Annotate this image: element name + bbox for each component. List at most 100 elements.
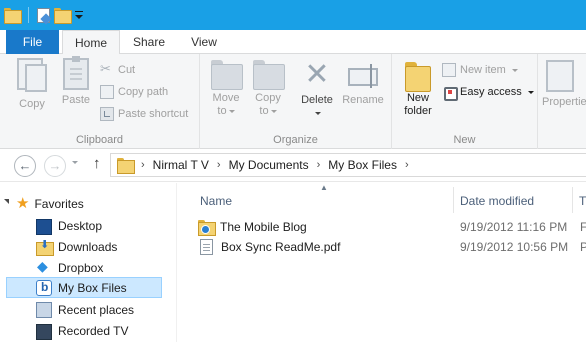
copy-to-label-1: Copy xyxy=(255,92,281,104)
document-icon xyxy=(200,239,213,255)
tab-home[interactable]: Home xyxy=(62,30,120,55)
properties-button[interactable]: Properties xyxy=(542,58,586,109)
recent-places-icon xyxy=(36,301,52,318)
nav-favorites[interactable]: ★ Favorites xyxy=(16,194,84,214)
file-date: 9/19/2012 10:56 PM xyxy=(460,240,569,254)
new-folder-icon xyxy=(403,60,433,92)
file-type: F xyxy=(580,220,586,234)
folder-icon xyxy=(117,158,135,174)
recent-locations-dropdown-icon[interactable] xyxy=(72,161,78,164)
column-header-date-modified[interactable]: Date modified xyxy=(460,189,570,213)
move-to-label-2: to xyxy=(217,105,227,117)
copy-path-button[interactable]: Copy path xyxy=(100,82,168,102)
file-name-cell: The Mobile Blog xyxy=(198,220,438,236)
dropbox-icon xyxy=(36,258,52,276)
breadcrumb-my-documents[interactable]: My Documents xyxy=(229,158,309,172)
up-arrow-icon: ↑ xyxy=(93,155,101,172)
breadcrumb-chevron-icon[interactable]: › xyxy=(217,159,221,171)
nav-item-downloads[interactable]: Downloads xyxy=(36,236,161,257)
easy-access-label: Easy access xyxy=(460,86,522,98)
breadcrumb-chevron-icon[interactable]: › xyxy=(141,159,145,171)
tab-share[interactable]: Share xyxy=(123,30,175,54)
copy-to-button[interactable]: Copy to xyxy=(248,58,288,118)
delete-dropdown-row xyxy=(296,107,338,120)
paste-shortcut-button[interactable]: Paste shortcut xyxy=(100,104,188,124)
rename-button[interactable]: Rename xyxy=(340,58,386,107)
rename-icon xyxy=(348,64,378,88)
paste-icon xyxy=(63,56,89,90)
nav-item-dropbox[interactable]: Dropbox xyxy=(36,257,161,278)
properties-icon[interactable] xyxy=(37,7,50,23)
tab-file[interactable]: File xyxy=(6,30,59,54)
new-item-label: New item xyxy=(460,64,506,76)
ribbon: Copy Paste Cut Copy path Paste shortcut … xyxy=(0,54,586,149)
file-row[interactable]: Box Sync ReadMe.pdf 9/19/2012 10:56 PM P xyxy=(198,237,586,257)
properties-icon xyxy=(546,60,574,92)
customize-toolbar-dropdown-icon[interactable] xyxy=(74,8,84,22)
copy-to-dropdown-icon xyxy=(270,109,277,113)
copy-button[interactable]: Copy xyxy=(12,58,52,111)
open-group: Properties xyxy=(538,54,586,149)
navigation-pane: ★ Favorites Desktop Downloads Dropbox My… xyxy=(0,183,177,342)
rename-label: Rename xyxy=(342,94,384,106)
forward-button[interactable]: → xyxy=(44,155,66,177)
nav-item-label: My Box Files xyxy=(58,280,127,295)
recorded-tv-icon xyxy=(36,323,52,340)
address-bar[interactable]: › Nirmal T V › My Documents › My Box Fil… xyxy=(110,153,586,177)
nav-item-label: Dropbox xyxy=(58,260,104,275)
cut-button[interactable]: Cut xyxy=(100,59,135,80)
nav-item-label: Downloads xyxy=(58,239,118,254)
back-arrow-icon: ← xyxy=(18,158,32,173)
tab-view[interactable]: View xyxy=(178,30,230,54)
favorites-expander-icon[interactable] xyxy=(4,199,9,204)
copy-icon xyxy=(17,58,47,94)
column-divider[interactable] xyxy=(572,187,573,213)
easy-access-button[interactable]: Easy access xyxy=(442,82,534,102)
column-header-name[interactable]: Name xyxy=(200,189,450,213)
sync-status-icon xyxy=(201,225,210,234)
clipboard-group: Copy Paste Cut Copy path Paste shortcut … xyxy=(0,54,200,149)
nav-item-desktop[interactable]: Desktop xyxy=(36,215,161,236)
up-button[interactable]: ↑ xyxy=(93,155,101,172)
organize-group: Move to Copy to ✕ Delete Rename Organize xyxy=(200,54,392,149)
paste-button[interactable]: Paste xyxy=(56,56,96,107)
delete-button[interactable]: ✕ Delete xyxy=(296,58,338,120)
breadcrumb-nirmal[interactable]: Nirmal T V xyxy=(153,158,209,172)
new-group: New folder New item Easy access New xyxy=(392,54,538,149)
downloads-icon xyxy=(36,238,54,256)
paste-shortcut-label: Paste shortcut xyxy=(118,108,189,120)
nav-item-my-box-files[interactable]: My Box Files xyxy=(6,277,162,298)
copy-path-label: Copy path xyxy=(118,86,169,98)
new-item-button[interactable]: New item xyxy=(442,60,518,80)
nav-item-recent-places[interactable]: Recent places xyxy=(36,299,161,320)
copy-to-label-2-row: to xyxy=(248,105,288,118)
column-header-type[interactable]: T xyxy=(579,189,586,213)
copy-path-icon xyxy=(100,85,114,99)
new-group-label: New xyxy=(453,134,476,146)
move-to-label-1: Move xyxy=(212,92,240,104)
paste-shortcut-icon xyxy=(100,107,114,121)
copy-to-label-2: to xyxy=(259,105,269,117)
move-to-button[interactable]: Move to xyxy=(206,58,246,118)
file-row[interactable]: The Mobile Blog 9/19/2012 11:16 PM F xyxy=(198,217,586,237)
forward-arrow-icon: → xyxy=(48,158,62,173)
delete-label: Delete xyxy=(301,94,333,106)
new-folder-label-1: New xyxy=(406,92,429,104)
column-divider[interactable] xyxy=(453,187,454,213)
file-name: Box Sync ReadMe.pdf xyxy=(221,240,341,254)
nav-item-recorded-tv[interactable]: Recorded TV xyxy=(36,320,161,341)
breadcrumb-chevron-icon[interactable]: › xyxy=(405,159,409,171)
breadcrumb-chevron-icon[interactable]: › xyxy=(317,159,321,171)
address-row: ← → ↑ › Nirmal T V › My Documents › My B… xyxy=(0,149,586,182)
new-folder-button[interactable]: New folder xyxy=(398,58,438,118)
delete-x-icon: ✕ xyxy=(304,58,330,91)
file-list: ▲ Name Date modified T The Mobile Blog 9… xyxy=(178,183,586,342)
copy-icon-front xyxy=(25,64,47,92)
breadcrumb-my-box-files[interactable]: My Box Files xyxy=(328,158,397,172)
back-button[interactable]: ← xyxy=(14,155,36,177)
file-date: 9/19/2012 11:16 PM xyxy=(460,220,568,234)
nav-item-label: Desktop xyxy=(58,218,103,233)
file-type: P xyxy=(580,240,586,254)
clipboard-group-label: Clipboard xyxy=(75,134,124,146)
new-folder-icon[interactable] xyxy=(54,8,72,24)
